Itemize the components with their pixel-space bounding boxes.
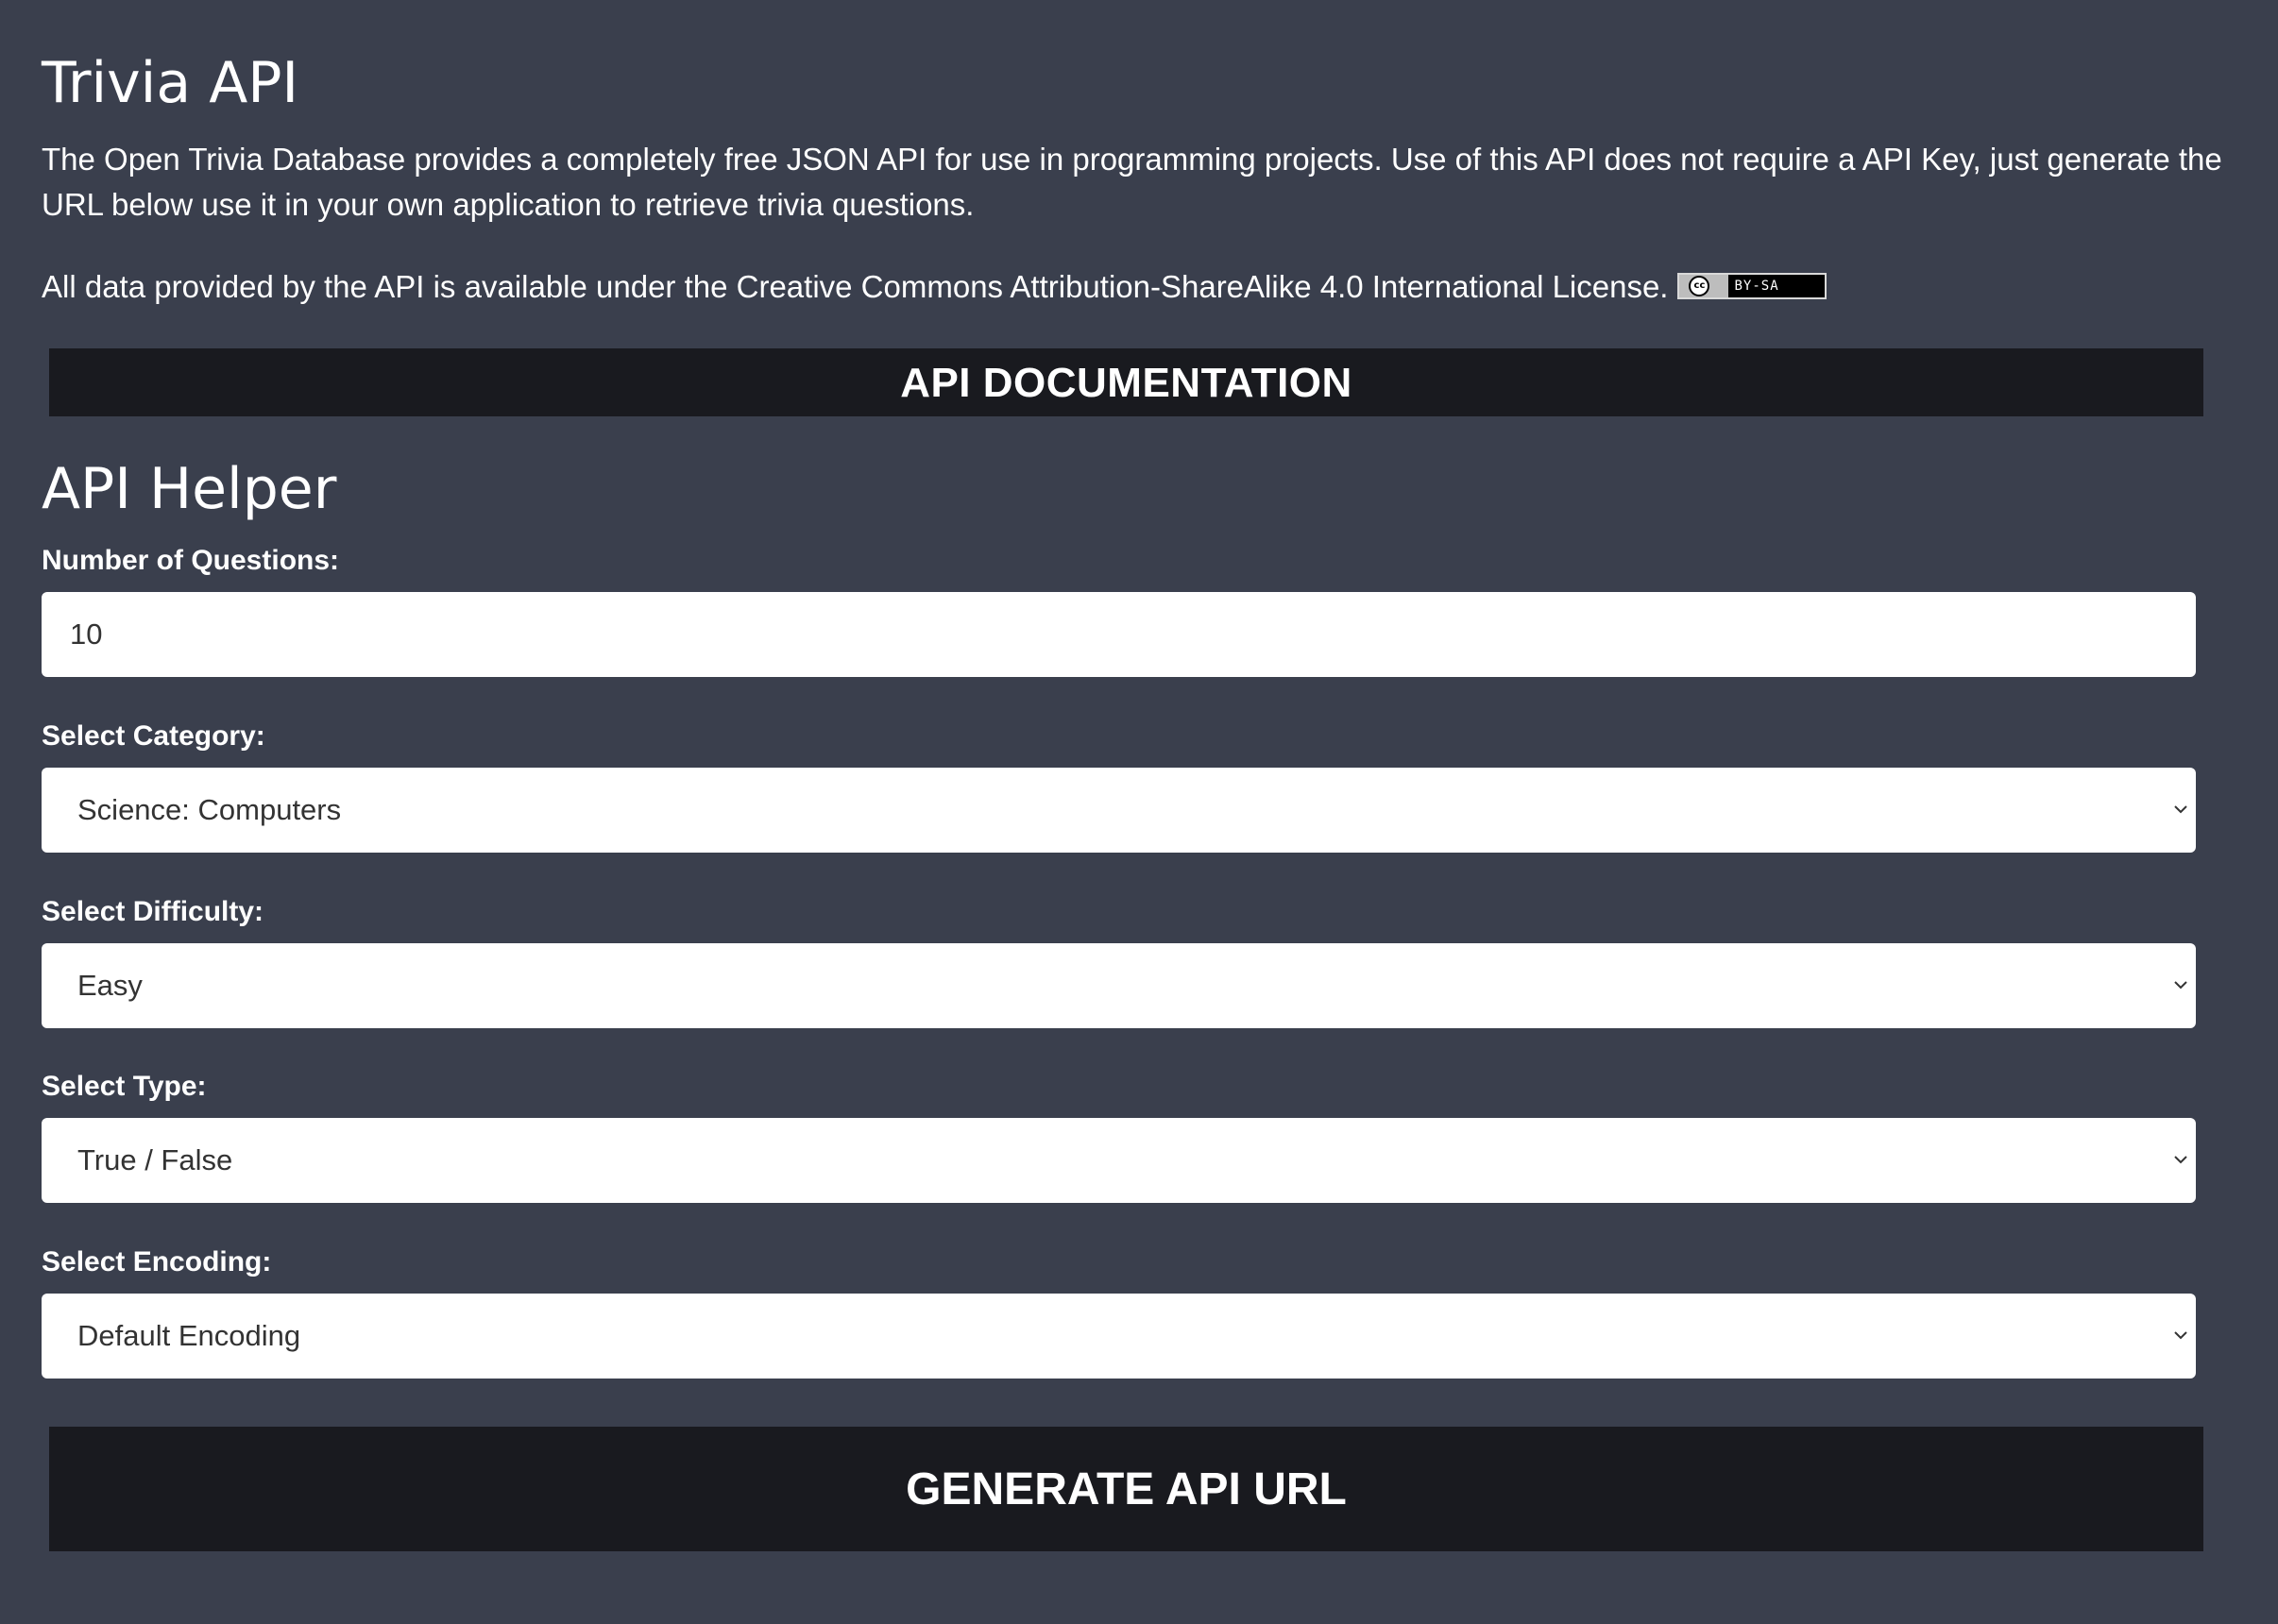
cc-license-badge[interactable]: cc BY-SA xyxy=(1677,273,1828,300)
encoding-selected-value: Default Encoding xyxy=(77,1319,301,1352)
license-paragraph: All data provided by the API is availabl… xyxy=(42,264,2237,310)
questions-input[interactable]: 10 xyxy=(42,592,2196,677)
api-helper-title: API Helper xyxy=(42,456,337,522)
api-documentation-button[interactable]: API DOCUMENTATION xyxy=(49,348,2203,416)
category-selected-value: Science: Computers xyxy=(77,793,342,826)
chevron-down-icon xyxy=(2174,1156,2187,1164)
type-label: Select Type: xyxy=(42,1071,207,1102)
questions-input-value: 10 xyxy=(70,617,103,651)
chevron-down-icon xyxy=(2174,805,2187,814)
encoding-label: Select Encoding: xyxy=(42,1246,272,1277)
license-text: All data provided by the API is availabl… xyxy=(42,269,1669,304)
encoding-select[interactable]: Default Encoding xyxy=(42,1294,2196,1379)
chevron-down-icon xyxy=(2174,981,2187,990)
category-select[interactable]: Science: Computers xyxy=(42,768,2196,853)
generate-api-url-button[interactable]: GENERATE API URL xyxy=(49,1427,2203,1551)
chevron-down-icon xyxy=(2174,1331,2187,1340)
questions-label: Number of Questions: xyxy=(42,545,340,576)
cc-badge-label: BY-SA xyxy=(1734,279,1779,295)
difficulty-selected-value: Easy xyxy=(77,969,143,1002)
difficulty-label: Select Difficulty: xyxy=(42,896,264,927)
difficulty-select[interactable]: Easy xyxy=(42,943,2196,1028)
type-select[interactable]: True / False xyxy=(42,1118,2196,1203)
intro-paragraph: The Open Trivia Database provides a comp… xyxy=(42,142,2222,222)
type-selected-value: True / False xyxy=(77,1143,233,1176)
category-label: Select Category: xyxy=(42,720,265,752)
page-title: Trivia API xyxy=(42,50,299,116)
